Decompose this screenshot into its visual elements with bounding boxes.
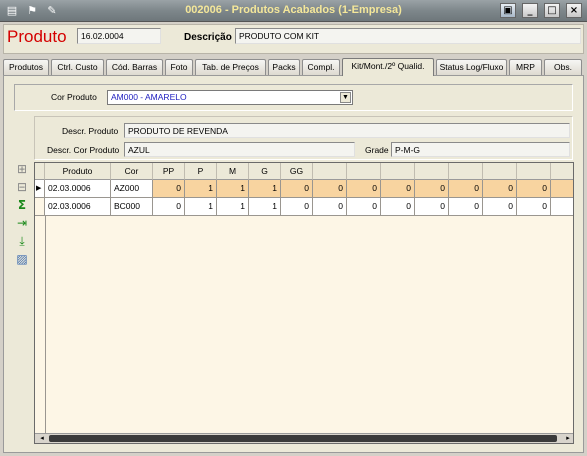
col-header-produto[interactable]: Produto — [45, 163, 111, 180]
cell-cor[interactable]: AZ000 — [111, 180, 153, 198]
cell-value[interactable]: 1 — [249, 198, 281, 216]
insert-row-icon[interactable]: ⊞ — [14, 161, 30, 177]
cell-produto[interactable]: 02.03.0006 — [45, 198, 111, 216]
cell-value[interactable]: 1 — [217, 198, 249, 216]
tab-mrp[interactable]: MRP — [509, 59, 542, 75]
maximize-button[interactable]: □ — [544, 3, 560, 18]
col-header-g[interactable]: G — [249, 163, 281, 180]
delete-row-icon[interactable]: ⊟ — [14, 179, 30, 195]
cell-value[interactable]: 0 — [153, 198, 185, 216]
tab-ctrl-custo[interactable]: Ctrl. Custo — [51, 59, 104, 75]
descricao-field[interactable]: PRODUTO COM KIT — [235, 28, 581, 44]
tab-cod-barras[interactable]: Cód. Barras — [106, 59, 163, 75]
col-header-empty[interactable] — [415, 163, 449, 180]
table-row[interactable]: ▶ 02.03.0006 AZ000 0 1 1 1 0 0 0 0 0 0 0… — [35, 180, 573, 198]
cell-value[interactable]: 0 — [415, 198, 449, 216]
descr-produto-field[interactable]: PRODUTO DE REVENDA — [124, 123, 570, 138]
cell-value[interactable]: 0 — [281, 198, 313, 216]
cell-value[interactable]: 0 — [381, 198, 415, 216]
row-indicator-divider — [45, 180, 46, 443]
cor-produto-value: AM000 - AMARELO — [111, 92, 187, 102]
tab-obs[interactable]: Obs. — [544, 59, 582, 75]
cell-value[interactable]: 0 — [153, 180, 185, 198]
descr-cor-field[interactable]: AZUL — [124, 142, 355, 157]
cell-value[interactable]: 1 — [185, 180, 217, 198]
cell-empty[interactable] — [551, 198, 573, 216]
cell-value[interactable]: 0 — [449, 198, 483, 216]
cell-value[interactable]: 0 — [449, 180, 483, 198]
cell-value[interactable]: 0 — [313, 198, 347, 216]
cell-value[interactable]: 0 — [381, 180, 415, 198]
tab-strip: Produtos Ctrl. Custo Cód. Barras Foto Ta… — [3, 58, 584, 76]
col-header-empty[interactable] — [449, 163, 483, 180]
title-bar: ▤ ⚑ ✎ 002006 - Produtos Acabados (1-Empr… — [0, 0, 587, 22]
grid-toolbar: ⊞ ⊟ Σ ⇥ ⤓ ▨ — [14, 161, 34, 271]
tab-status-log[interactable]: Status Log/Fluxo — [436, 59, 507, 75]
scrollbar-thumb[interactable] — [49, 435, 557, 442]
tab-kit-mont[interactable]: Kit/Mont./2º Qualid. — [342, 58, 434, 76]
horizontal-scrollbar[interactable]: ◂ ▸ — [35, 433, 573, 443]
download-icon[interactable]: ⤓ — [14, 233, 30, 249]
tab-foto[interactable]: Foto — [165, 59, 193, 75]
col-header-empty[interactable] — [551, 163, 573, 180]
grade-field[interactable]: P-M-G — [391, 142, 570, 157]
minimize-button[interactable]: _ — [522, 3, 538, 18]
chevron-down-icon[interactable]: ▼ — [340, 92, 351, 103]
col-header-pp[interactable]: PP — [153, 163, 185, 180]
window-title: 002006 - Produtos Acabados (1-Empresa) — [185, 4, 402, 16]
sum-icon[interactable]: Σ — [14, 197, 30, 213]
descricao-label: Descrição — [184, 32, 232, 43]
image-icon[interactable]: ▨ — [14, 251, 30, 267]
cell-value[interactable]: 0 — [483, 198, 517, 216]
cell-value[interactable]: 0 — [415, 180, 449, 198]
cell-value[interactable]: 1 — [185, 198, 217, 216]
tab-produtos[interactable]: Produtos — [3, 59, 49, 75]
export-icon[interactable]: ⇥ — [14, 215, 30, 231]
info-group: Descr. Produto PRODUTO DE REVENDA Descr.… — [34, 116, 573, 160]
kit-grid: Produto Cor PP P M G GG ▶ 02.03.0006 AZ0… — [34, 162, 574, 444]
col-header-empty[interactable] — [483, 163, 517, 180]
row-indicator-header — [35, 163, 45, 180]
col-header-gg[interactable]: GG — [281, 163, 313, 180]
cor-produto-group: Cor Produto AM000 - AMARELO ▼ — [14, 84, 573, 111]
tab-packs[interactable]: Packs — [268, 59, 300, 75]
cell-value[interactable]: 0 — [347, 180, 381, 198]
cor-produto-select[interactable]: AM000 - AMARELO ▼ — [107, 90, 353, 105]
col-header-m[interactable]: M — [217, 163, 249, 180]
cell-value[interactable]: 0 — [281, 180, 313, 198]
cor-produto-label: Cor Produto — [51, 92, 97, 102]
col-header-cor[interactable]: Cor — [111, 163, 153, 180]
col-header-empty[interactable] — [313, 163, 347, 180]
cell-empty[interactable] — [551, 180, 573, 198]
tab-compl[interactable]: Compl. — [302, 59, 340, 75]
cell-value[interactable]: 0 — [483, 180, 517, 198]
cell-value[interactable]: 0 — [517, 198, 551, 216]
close-button[interactable]: × — [566, 3, 582, 18]
row-indicator — [35, 198, 45, 216]
cell-value[interactable]: 1 — [217, 180, 249, 198]
produto-label: Produto — [7, 27, 67, 46]
col-header-p[interactable]: P — [185, 163, 217, 180]
scroll-left-icon[interactable]: ◂ — [37, 434, 47, 443]
scroll-right-icon[interactable]: ▸ — [563, 434, 573, 443]
produto-code-field[interactable]: 16.02.0004 — [77, 28, 161, 44]
col-header-empty[interactable] — [381, 163, 415, 180]
tab-tab-precos[interactable]: Tab. de Preços — [195, 59, 266, 75]
cell-value[interactable]: 0 — [313, 180, 347, 198]
table-row[interactable]: 02.03.0006 BC000 0 1 1 1 0 0 0 0 0 0 0 0 — [35, 198, 573, 216]
col-header-empty[interactable] — [347, 163, 381, 180]
cell-value[interactable]: 0 — [517, 180, 551, 198]
grade-label: Grade — [365, 145, 389, 155]
picture-icon[interactable]: ▣ — [500, 3, 516, 18]
kit-panel: Cor Produto AM000 - AMARELO ▼ Descr. Pro… — [3, 75, 584, 453]
cell-value[interactable]: 0 — [347, 198, 381, 216]
row-pointer-icon: ▶ — [35, 180, 45, 198]
cell-produto[interactable]: 02.03.0006 — [45, 180, 111, 198]
descr-cor-label: Descr. Cor Produto — [47, 145, 120, 155]
cell-cor[interactable]: BC000 — [111, 198, 153, 216]
product-header: Produto 16.02.0004 Descrição PRODUTO COM… — [3, 24, 584, 54]
col-header-empty[interactable] — [517, 163, 551, 180]
descr-produto-label: Descr. Produto — [62, 126, 119, 136]
cell-value[interactable]: 1 — [249, 180, 281, 198]
